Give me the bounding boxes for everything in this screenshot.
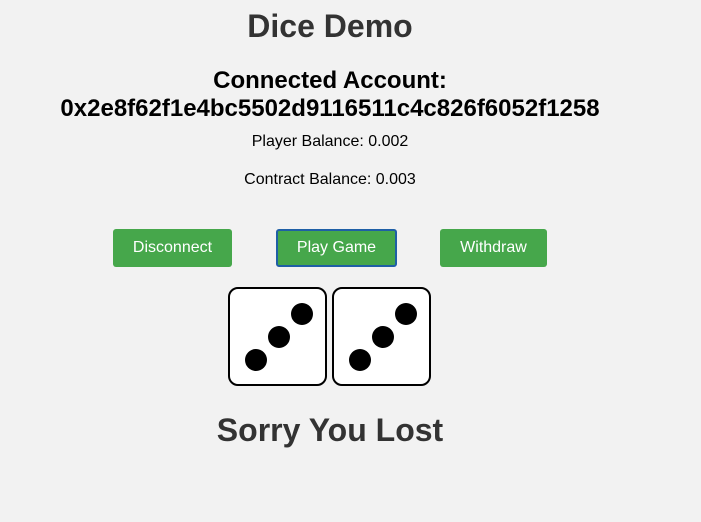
player-balance: Player Balance: 0.002 (251, 133, 409, 150)
die-pip (372, 326, 394, 348)
connected-account-label: Connected Account: (213, 67, 447, 94)
die-1 (228, 287, 327, 386)
die-pip (291, 303, 313, 325)
contract-balance: Contract Balance: 0.003 (244, 171, 416, 188)
withdraw-button[interactable]: Withdraw (440, 229, 547, 267)
die-pip (349, 349, 371, 371)
die-2 (332, 287, 431, 386)
play-game-button[interactable]: Play Game (276, 229, 397, 267)
result-message: Sorry You Lost (216, 412, 444, 448)
die-pip (245, 349, 267, 371)
die-pip (395, 303, 417, 325)
disconnect-button[interactable]: Disconnect (113, 229, 232, 267)
account-address: 0x2e8f62f1e4bc5502d9116511c4c826f6052f12… (60, 95, 600, 122)
die-pip (268, 326, 290, 348)
page-title: Dice Demo (247, 8, 413, 44)
